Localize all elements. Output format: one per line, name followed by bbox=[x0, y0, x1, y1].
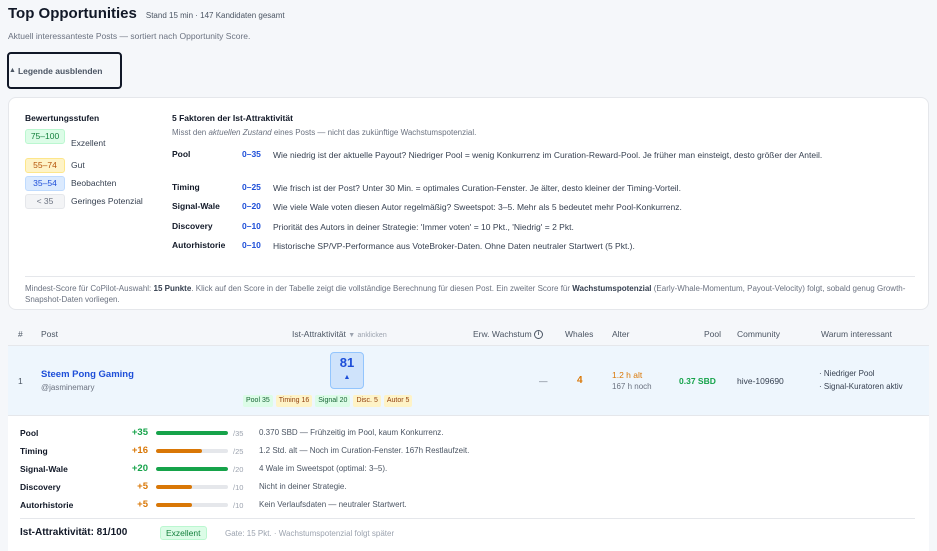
factor-name: Discovery bbox=[172, 221, 213, 231]
level-badge: 55–74 bbox=[25, 158, 65, 173]
alter-remaining: 167 h noch bbox=[612, 382, 652, 391]
level-label: Exzellent bbox=[71, 138, 106, 148]
chip-pool: Pool 35 bbox=[243, 395, 273, 407]
chip-discovery: Disc. 5 bbox=[353, 395, 381, 407]
legend-toggle-button[interactable]: ▲ Legende ausblenden bbox=[7, 52, 122, 89]
progress-bar-fill bbox=[156, 485, 192, 489]
col-header-num: # bbox=[18, 329, 23, 339]
level-watch: 35–54 Beobachten bbox=[25, 176, 116, 191]
summary-score: Ist-Attraktivität: 81/100 bbox=[20, 527, 128, 538]
sort-desc-icon: ▼ bbox=[348, 332, 356, 339]
score-button[interactable]: 81 ▲ bbox=[330, 352, 364, 389]
level-badge: 75–100 bbox=[25, 129, 65, 144]
col-header-whales[interactable]: Whales bbox=[565, 329, 593, 339]
whales-value: 4 bbox=[577, 375, 583, 386]
score-value: 81 bbox=[339, 355, 355, 370]
factor-name: Signal-Wale bbox=[172, 201, 220, 211]
status-badge: Exzellent bbox=[160, 526, 207, 540]
chip-signal: Signal 20 bbox=[315, 395, 351, 407]
progress-bar-fill bbox=[156, 503, 192, 507]
level-good: 55–74 Gut bbox=[25, 158, 85, 173]
community-value[interactable]: hive-109690 bbox=[737, 376, 784, 386]
factor-chips: Pool 35 Timing 16 Signal 20 Disc. 5 Auto… bbox=[243, 395, 413, 407]
post-author[interactable]: @jasminemary bbox=[41, 383, 94, 392]
legend-toggle-label: Legende ausblenden bbox=[17, 65, 103, 76]
page-header: Top Opportunities Stand 15 min · 147 Kan… bbox=[8, 5, 285, 22]
factor-range: 0–20 bbox=[242, 201, 261, 211]
factor-range: 0–35 bbox=[242, 149, 261, 159]
level-label: Beobachten bbox=[71, 178, 117, 188]
progress-bar bbox=[156, 467, 228, 471]
col-header-warum: Warum interessant bbox=[821, 329, 893, 339]
factor-range: 0–10 bbox=[242, 221, 261, 231]
table-row[interactable]: 1 Steem Pong Gaming @jasminemary 81 ▲ Po… bbox=[8, 346, 929, 415]
level-label: Geringes Potenzial bbox=[71, 196, 143, 206]
level-badge: < 35 bbox=[25, 194, 65, 209]
reason-item: · Niedriger Pool bbox=[819, 369, 875, 378]
alter-value: 1.2 h alt bbox=[612, 370, 643, 380]
col-header-community[interactable]: Community bbox=[737, 329, 780, 339]
col-header-ist[interactable]: Ist-Attraktivität ▼ anklicken bbox=[292, 329, 387, 339]
summary-divider bbox=[20, 518, 915, 519]
legend-panel: Bewertungsstufen 75–100 Exzellent 55–74 … bbox=[8, 97, 929, 310]
col-header-pool[interactable]: Pool bbox=[704, 329, 721, 339]
factor-name: Autorhistorie bbox=[172, 240, 226, 250]
post-title-link[interactable]: Steem Pong Gaming bbox=[41, 369, 134, 380]
col-header-wachstum[interactable]: Erw. Wachstum i bbox=[473, 329, 544, 340]
level-label: Gut bbox=[71, 160, 85, 170]
progress-bar-fill bbox=[156, 467, 228, 471]
factors-subtitle: Misst den aktuellen Zustand eines Posts … bbox=[172, 128, 477, 137]
level-excellent: 75–100 Exzellent bbox=[25, 129, 106, 148]
chip-autor: Autor 5 bbox=[383, 395, 413, 407]
breakdown-row-autorhistorie: Autorhistorie +5 /10 Kein Verlaufsdaten … bbox=[20, 499, 407, 510]
row-number: 1 bbox=[18, 376, 23, 386]
factor-desc: Priorität des Autors in deiner Strategie… bbox=[273, 222, 574, 232]
col-header-alter[interactable]: Alter bbox=[612, 329, 629, 339]
progress-bar bbox=[156, 449, 228, 453]
level-low: < 35 Geringes Potenzial bbox=[25, 194, 143, 209]
progress-bar bbox=[156, 503, 228, 507]
level-badge: 35–54 bbox=[25, 176, 65, 191]
reason-item: · Signal-Kuratoren aktiv bbox=[819, 382, 903, 391]
factor-range: 0–10 bbox=[242, 240, 261, 250]
legend-note: Mindest-Score für CoPilot-Auswahl: 15 Pu… bbox=[25, 276, 915, 305]
factors-title: 5 Faktoren der Ist-Attraktivität bbox=[172, 113, 293, 123]
page-title: Top Opportunities bbox=[8, 5, 137, 22]
progress-bar bbox=[156, 431, 228, 435]
factor-name: Timing bbox=[172, 182, 200, 192]
page-subtitle: Aktuell interessanteste Posts — sortiert… bbox=[8, 31, 251, 41]
chip-timing: Timing 16 bbox=[275, 395, 313, 407]
factor-desc: Wie frisch ist der Post? Unter 30 Min. =… bbox=[273, 183, 681, 193]
factor-desc: Wie niedrig ist der aktuelle Payout? Nie… bbox=[273, 150, 823, 160]
levels-title: Bewertungsstufen bbox=[25, 113, 100, 123]
factor-name: Pool bbox=[172, 149, 191, 159]
gate-info: Gate: 15 Pkt. · Wachstumspotenzial folgt… bbox=[225, 529, 395, 538]
factor-desc: Wie viele Wale voten diesen Autor regelm… bbox=[273, 202, 682, 212]
triangle-up-icon: ▲ bbox=[9, 67, 16, 74]
score-breakdown-panel: Pool +35 /35 0.370 SBD — Frühzeitig im P… bbox=[8, 415, 929, 551]
info-icon[interactable]: i bbox=[534, 330, 544, 340]
chevron-up-icon: ▲ bbox=[343, 374, 351, 381]
breakdown-row-pool: Pool +35 /35 0.370 SBD — Frühzeitig im P… bbox=[20, 427, 444, 438]
wachstum-value: — bbox=[539, 376, 548, 386]
progress-bar-fill bbox=[156, 449, 203, 453]
factor-range: 0–25 bbox=[242, 182, 261, 192]
breakdown-row-timing: Timing +16 /25 1.2 Std. alt — Noch im Cu… bbox=[20, 445, 470, 456]
breakdown-row-signal: Signal-Wale +20 /20 4 Wale im Sweetspot … bbox=[20, 463, 388, 474]
stand-info: Stand 15 min · 147 Kandidaten gesamt bbox=[145, 11, 285, 20]
pool-value: 0.37 SBD bbox=[679, 376, 716, 386]
progress-bar bbox=[156, 485, 228, 489]
factor-desc: Historische SP/VP-Performance aus VoteBr… bbox=[273, 241, 635, 251]
col-header-post[interactable]: Post bbox=[41, 329, 58, 339]
breakdown-row-discovery: Discovery +5 /10 Nicht in deiner Strateg… bbox=[20, 481, 347, 492]
progress-bar-fill bbox=[156, 431, 228, 435]
